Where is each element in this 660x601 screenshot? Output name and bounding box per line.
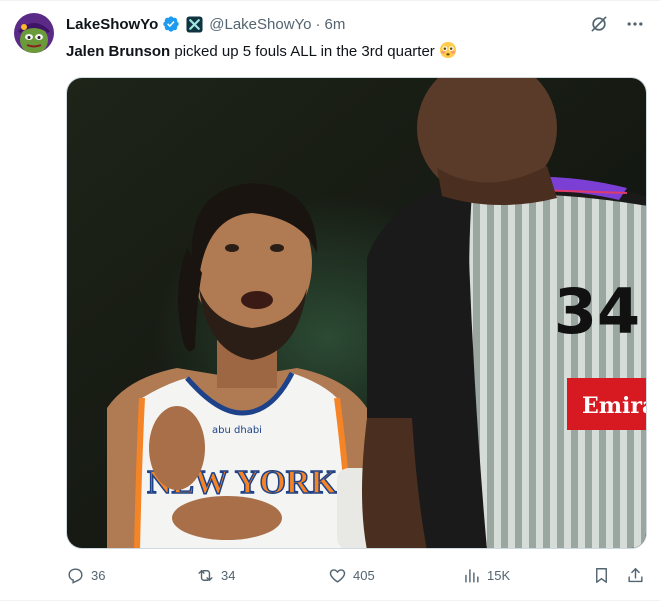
verified-badge-icon[interactable] [162,15,180,33]
bookmark-button[interactable] [592,561,611,589]
analytics-icon [465,568,479,583]
views-button[interactable]: 15K [462,561,510,589]
tweet-photo[interactable]: abu dhabi NEW YORK 34 Emir [66,77,647,549]
x-premium-affiliate-icon[interactable] [186,15,203,33]
repost-count: 34 [221,567,236,583]
user-handle[interactable]: @LakeShowYo [209,16,311,33]
share-button[interactable] [626,561,645,589]
referee-number: 34 [554,275,640,348]
avatar[interactable] [14,13,54,53]
tweet-text-mention: Jalen Brunson [66,43,171,60]
heart-icon [329,568,346,583]
like-count: 405 [353,567,375,583]
views-count: 15K [487,567,511,583]
tweet-action-bar: 36 34 405 15K [66,561,647,589]
share-icon [628,567,643,582]
reply-count: 36 [91,567,106,583]
repost-icon [198,569,213,581]
separator-dot: · [315,15,321,33]
tweet-top-actions [588,13,646,35]
tweet[interactable]: LakeShowYo @LakeShowYo · 6m Jalen Brunso… [0,0,660,601]
bookmark-icon [596,567,607,583]
timestamp[interactable]: 6m [325,16,346,33]
tweet-text: Jalen Brunson picked up 5 fouls ALL in t… [66,41,457,62]
jersey-sponsor-text: abu dhabi [212,425,262,436]
flushed-face-emoji-icon [439,41,457,59]
reply-button[interactable]: 36 [66,561,105,589]
tweet-text-body: picked up 5 fouls ALL in the 3rd quarter [170,43,435,60]
referee-patch-text: Emirat [582,393,647,419]
more-options-icon[interactable] [624,13,646,35]
repost-button[interactable]: 34 [196,561,235,589]
reply-icon [68,567,83,584]
tweet-header: LakeShowYo @LakeShowYo · 6m [66,13,345,35]
grok-icon[interactable] [588,13,610,35]
display-name[interactable]: LakeShowYo [66,16,158,33]
like-button[interactable]: 405 [328,561,375,589]
